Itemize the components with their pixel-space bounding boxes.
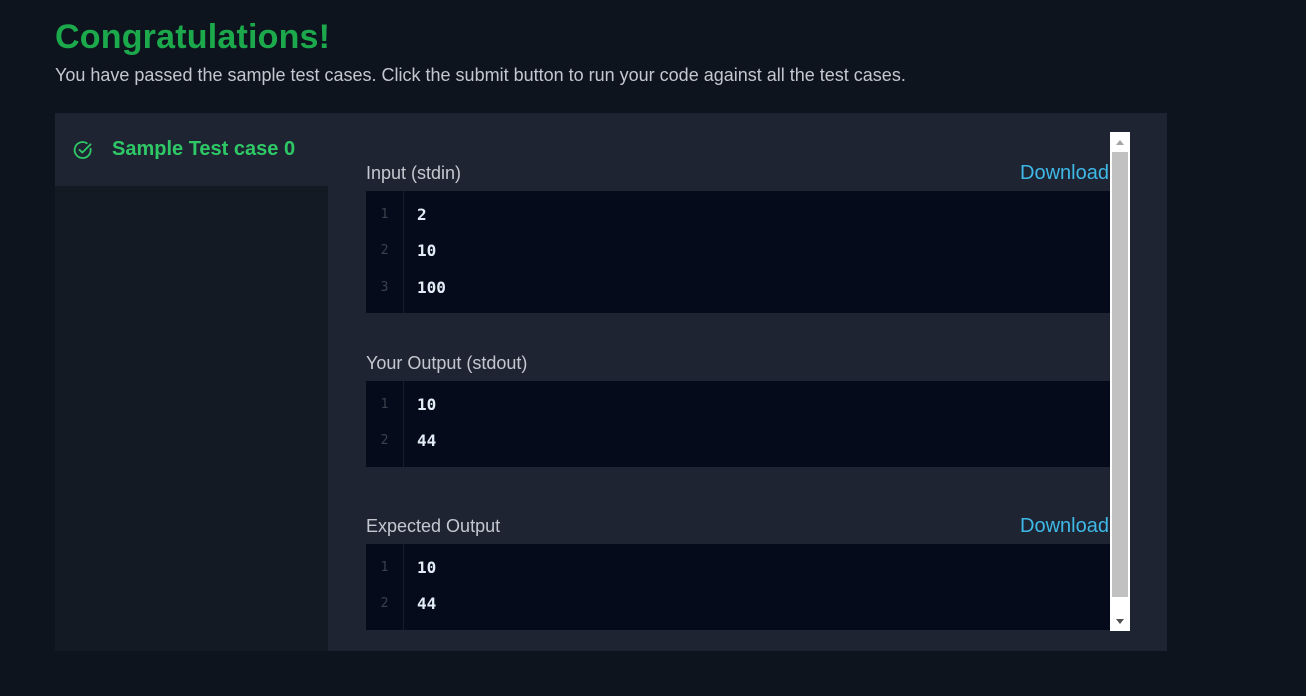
check-circle-icon — [73, 141, 92, 159]
line-text: 10 — [417, 395, 437, 414]
scroll-thumb[interactable] — [1112, 152, 1128, 597]
output-label: Your Output (stdout) — [366, 353, 528, 373]
code-line: 3 100 — [366, 270, 1110, 306]
line-number: 3 — [380, 280, 389, 295]
code-line: 1 10 — [366, 387, 1110, 423]
scroll-up-arrow-icon[interactable] — [1110, 132, 1130, 152]
line-text: 10 — [417, 241, 437, 260]
code-line: 2 10 — [366, 233, 1110, 269]
tab-sample-test-case-0[interactable]: Sample Test case 0 — [55, 113, 328, 186]
page: Congratulations! You have passed the sam… — [0, 0, 1306, 696]
line-text: 44 — [417, 594, 437, 613]
output-code-box: 1 10 2 44 — [366, 381, 1110, 467]
input-code-box: 1 2 2 10 3 100 — [366, 191, 1110, 313]
test-results-panel: Sample Test case 0 Input (stdin) Downloa… — [55, 113, 1167, 651]
line-number: 1 — [380, 207, 389, 222]
line-number: 1 — [380, 397, 389, 412]
vertical-scrollbar[interactable] — [1110, 132, 1130, 631]
code-line: 1 10 — [366, 550, 1110, 586]
code-line: 2 44 — [366, 586, 1110, 622]
line-text: 100 — [417, 278, 446, 297]
expected-label: Expected Output — [366, 516, 501, 536]
expected-download-link[interactable]: Download — [1020, 515, 1109, 538]
line-number: 1 — [380, 560, 389, 575]
line-number: 2 — [380, 433, 389, 448]
line-text: 44 — [417, 431, 437, 450]
input-label: Input (stdin) — [366, 163, 462, 183]
input-download-link[interactable]: Download — [1020, 162, 1109, 185]
code-line: 1 2 — [366, 197, 1110, 233]
code-line: 2 44 — [366, 423, 1110, 459]
line-text: 2 — [417, 205, 427, 224]
expected-code-box: 1 10 2 44 — [366, 544, 1110, 630]
tab-label: Sample Test case 0 — [112, 138, 296, 160]
line-number: 2 — [380, 243, 389, 258]
page-title: Congratulations! — [55, 18, 331, 56]
test-case-sidebar: Sample Test case 0 — [55, 113, 328, 651]
test-case-details: Input (stdin) Download 1 2 2 10 3 100 Yo… — [366, 133, 1110, 631]
line-number: 2 — [380, 596, 389, 611]
scroll-down-arrow-icon[interactable] — [1110, 611, 1130, 631]
page-subtitle: You have passed the sample test cases. C… — [55, 65, 906, 85]
line-text: 10 — [417, 558, 437, 577]
